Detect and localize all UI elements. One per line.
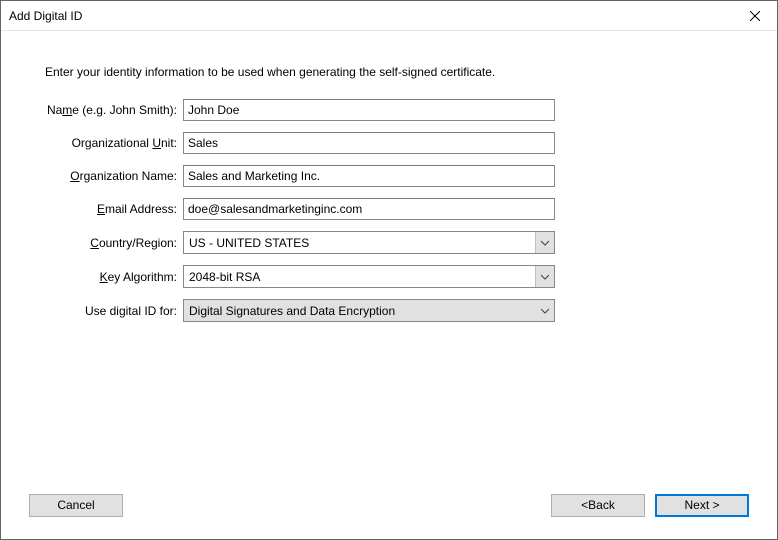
org-name-input[interactable] <box>183 165 555 187</box>
row-name: Name (e.g. John Smith): <box>41 99 737 121</box>
close-icon <box>750 11 760 21</box>
cancel-button[interactable]: Cancel <box>29 494 123 517</box>
content-area: Enter your identity information to be us… <box>1 31 777 481</box>
intro-text: Enter your identity information to be us… <box>45 65 737 79</box>
back-button[interactable]: < Back <box>551 494 645 517</box>
use-for-select[interactable]: Digital Signatures and Data Encryption <box>183 299 555 322</box>
label-email: Email Address: <box>41 202 183 216</box>
label-name: Name (e.g. John Smith): <box>41 103 183 117</box>
country-value: US - UNITED STATES <box>184 232 536 253</box>
dialog-window: Add Digital ID Enter your identity infor… <box>0 0 778 540</box>
row-org-name: Organization Name: <box>41 165 737 187</box>
next-button[interactable]: Next > <box>655 494 749 517</box>
country-select[interactable]: US - UNITED STATES <box>183 231 555 254</box>
chevron-down-icon <box>536 266 554 287</box>
label-org-unit: Organizational Unit: <box>41 136 183 150</box>
email-input[interactable] <box>183 198 555 220</box>
close-button[interactable] <box>732 1 777 30</box>
org-unit-input[interactable] <box>183 132 555 154</box>
name-input[interactable] <box>183 99 555 121</box>
row-use-for: Use digital ID for: Digital Signatures a… <box>41 299 737 322</box>
window-title: Add Digital ID <box>9 9 82 23</box>
row-email: Email Address: <box>41 198 737 220</box>
use-for-value: Digital Signatures and Data Encryption <box>184 300 536 321</box>
label-use-for: Use digital ID for: <box>41 304 183 318</box>
chevron-down-icon <box>536 300 554 321</box>
row-key-algorithm: Key Algorithm: 2048-bit RSA <box>41 265 737 288</box>
titlebar: Add Digital ID <box>1 1 777 31</box>
label-country: Country/Region: <box>41 236 183 250</box>
chevron-down-icon <box>536 232 554 253</box>
key-algorithm-value: 2048-bit RSA <box>184 266 536 287</box>
button-bar: Cancel < Back Next > <box>1 481 777 539</box>
key-algorithm-select[interactable]: 2048-bit RSA <box>183 265 555 288</box>
row-country: Country/Region: US - UNITED STATES <box>41 231 737 254</box>
label-key-algorithm: Key Algorithm: <box>41 270 183 284</box>
row-org-unit: Organizational Unit: <box>41 132 737 154</box>
label-org-name: Organization Name: <box>41 169 183 183</box>
